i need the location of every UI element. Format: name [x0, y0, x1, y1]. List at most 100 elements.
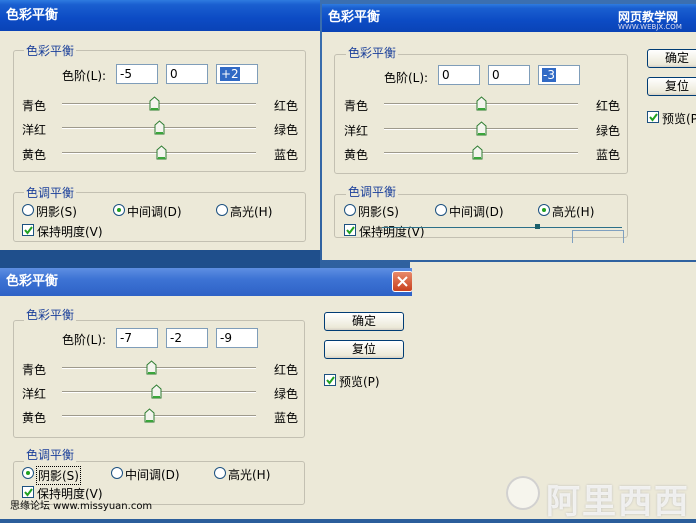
midtones-radio[interactable] [111, 467, 123, 479]
slider-right-label: 红色 [596, 99, 621, 113]
level-magenta-green-input[interactable]: 0 [488, 65, 530, 85]
ok-button[interactable]: 确定 [324, 312, 404, 331]
close-icon [397, 276, 408, 287]
slider-left-label: 青色 [22, 363, 47, 377]
levels-label: 色阶(L): [384, 71, 429, 85]
slider-right-label: 蓝色 [274, 148, 299, 162]
midtones-label[interactable]: 中间调(D) [127, 203, 182, 220]
slider-right-label: 绿色 [274, 387, 299, 401]
shadows-label[interactable]: 阴影(S) [36, 203, 77, 220]
level-magenta-green-input[interactable]: 0 [166, 64, 208, 84]
yellow-blue-slider-thumb[interactable] [156, 145, 167, 160]
slider-thumb-icon [144, 408, 155, 423]
slider-right-label: 蓝色 [274, 411, 299, 425]
checkmark-icon [24, 488, 33, 497]
checkmark-icon [346, 226, 355, 235]
watermark-forum: 思缘论坛 www.missyuan.com [10, 501, 153, 512]
magenta-green-slider-thumb[interactable] [154, 120, 165, 135]
slider-right-label: 绿色 [596, 124, 621, 138]
partial-button [572, 230, 624, 243]
level-cyan-red-input[interactable]: 0 [438, 65, 480, 85]
shadows-label[interactable]: 阴影(S) [358, 203, 399, 220]
highlights-radio[interactable] [538, 204, 550, 216]
preserve-luminosity-checkbox[interactable] [22, 224, 34, 236]
slider-thumb-icon [146, 360, 157, 375]
preview-checkbox[interactable] [324, 374, 336, 386]
cyan-red-slider-thumb[interactable] [146, 360, 157, 375]
ok-button[interactable]: 确定 [647, 49, 696, 68]
magenta-green-slider-thumb[interactable] [476, 121, 487, 136]
level-yellow-blue-input[interactable]: +2 [216, 64, 258, 84]
level-cyan-red-input[interactable]: -7 [116, 328, 158, 348]
slider-right-label: 红色 [274, 99, 299, 113]
level-cyan-red-input[interactable]: -5 [116, 64, 158, 84]
slider-thumb-icon [472, 145, 483, 160]
shadows-label[interactable]: 阴影(S) [36, 466, 81, 485]
watermark-logo: 阿里西西 [546, 482, 690, 522]
yellow-blue-slider-track[interactable] [62, 415, 256, 417]
slider-right-label: 红色 [274, 363, 299, 377]
highlights-label[interactable]: 高光(H) [230, 203, 272, 220]
highlights-radio[interactable] [214, 467, 226, 479]
slider-thumb-icon [476, 96, 487, 111]
shadows-radio[interactable] [22, 204, 34, 216]
highlights-label[interactable]: 高光(H) [552, 203, 594, 220]
cyan-red-slider-thumb[interactable] [476, 96, 487, 111]
slider-right-label: 绿色 [274, 123, 299, 137]
checkmark-icon [24, 226, 33, 235]
yellow-blue-slider-thumb[interactable] [144, 408, 155, 423]
color-balance-dialog-1: 色彩平衡 色彩平衡 色阶(L): -5 0 +2 青色 红色 洋红 绿色 黄色 … [0, 0, 320, 250]
group-legend: 色彩平衡 [24, 42, 77, 59]
level-yellow-blue-input[interactable]: -9 [216, 328, 258, 348]
group-legend: 色彩平衡 [346, 44, 399, 61]
levels-label: 色阶(L): [62, 333, 107, 347]
color-balance-dialog-2: 色彩平衡 色彩平衡 色阶(L): 0 0 -3 青色 红色 洋红 绿色 黄色 蓝… [322, 4, 696, 260]
preserve-luminosity-label[interactable]: 保持明度(V) [37, 223, 103, 240]
desktop-strip [0, 248, 320, 268]
cyan-red-slider-track[interactable] [62, 367, 256, 369]
slider-right-label: 蓝色 [596, 148, 621, 162]
slider-thumb-icon [151, 384, 162, 399]
midtones-label[interactable]: 中间调(D) [449, 203, 504, 220]
preserve-luminosity-checkbox[interactable] [344, 224, 356, 236]
preserve-luminosity-label[interactable]: 保持明度(V) [359, 223, 425, 240]
slider-thumb-icon [156, 145, 167, 160]
close-button[interactable] [392, 271, 412, 292]
highlights-label[interactable]: 高光(H) [228, 466, 270, 483]
midtones-radio[interactable] [113, 204, 125, 216]
slider-thumb-icon [149, 96, 160, 111]
level-magenta-green-input[interactable]: -2 [166, 328, 208, 348]
group-legend: 色彩平衡 [24, 306, 77, 323]
checkmark-icon [649, 113, 658, 122]
midtones-radio[interactable] [435, 204, 447, 216]
reset-button[interactable]: 复位 [324, 340, 404, 359]
slider-left-label: 青色 [22, 99, 47, 113]
yellow-blue-slider-thumb[interactable] [472, 145, 483, 160]
shadows-radio[interactable] [22, 467, 34, 479]
dialog-title[interactable]: 色彩平衡 [0, 0, 320, 31]
slider-left-label: 黄色 [344, 148, 369, 162]
slider-left-label: 洋红 [22, 387, 47, 401]
levels-label: 色阶(L): [62, 69, 107, 83]
group-legend: 色调平衡 [346, 183, 399, 200]
color-balance-dialog-3: 色彩平衡 色彩平衡 色阶(L): -7 -2 -9 青色 红色 洋红 绿色 黄色… [0, 268, 412, 519]
slider-left-label: 洋红 [344, 124, 369, 138]
group-legend: 色调平衡 [24, 446, 77, 463]
slider-left-label: 黄色 [22, 148, 47, 162]
drag-line [382, 227, 622, 228]
preview-checkbox[interactable] [647, 111, 659, 123]
midtones-label[interactable]: 中间调(D) [125, 466, 180, 483]
preview-label[interactable]: 预览(P) [662, 110, 696, 127]
level-yellow-blue-input[interactable]: -3 [538, 65, 580, 85]
shadows-radio[interactable] [344, 204, 356, 216]
magenta-green-slider-thumb[interactable] [151, 384, 162, 399]
watermark-logo-icon [506, 476, 540, 510]
color-balance-group [13, 320, 305, 438]
reset-button[interactable]: 复位 [647, 77, 696, 96]
preview-label[interactable]: 预览(P) [339, 373, 380, 390]
checkmark-icon [326, 376, 335, 385]
dialog-title[interactable]: 色彩平衡 [0, 268, 412, 296]
cyan-red-slider-thumb[interactable] [149, 96, 160, 111]
drag-handle [535, 224, 540, 229]
highlights-radio[interactable] [216, 204, 228, 216]
